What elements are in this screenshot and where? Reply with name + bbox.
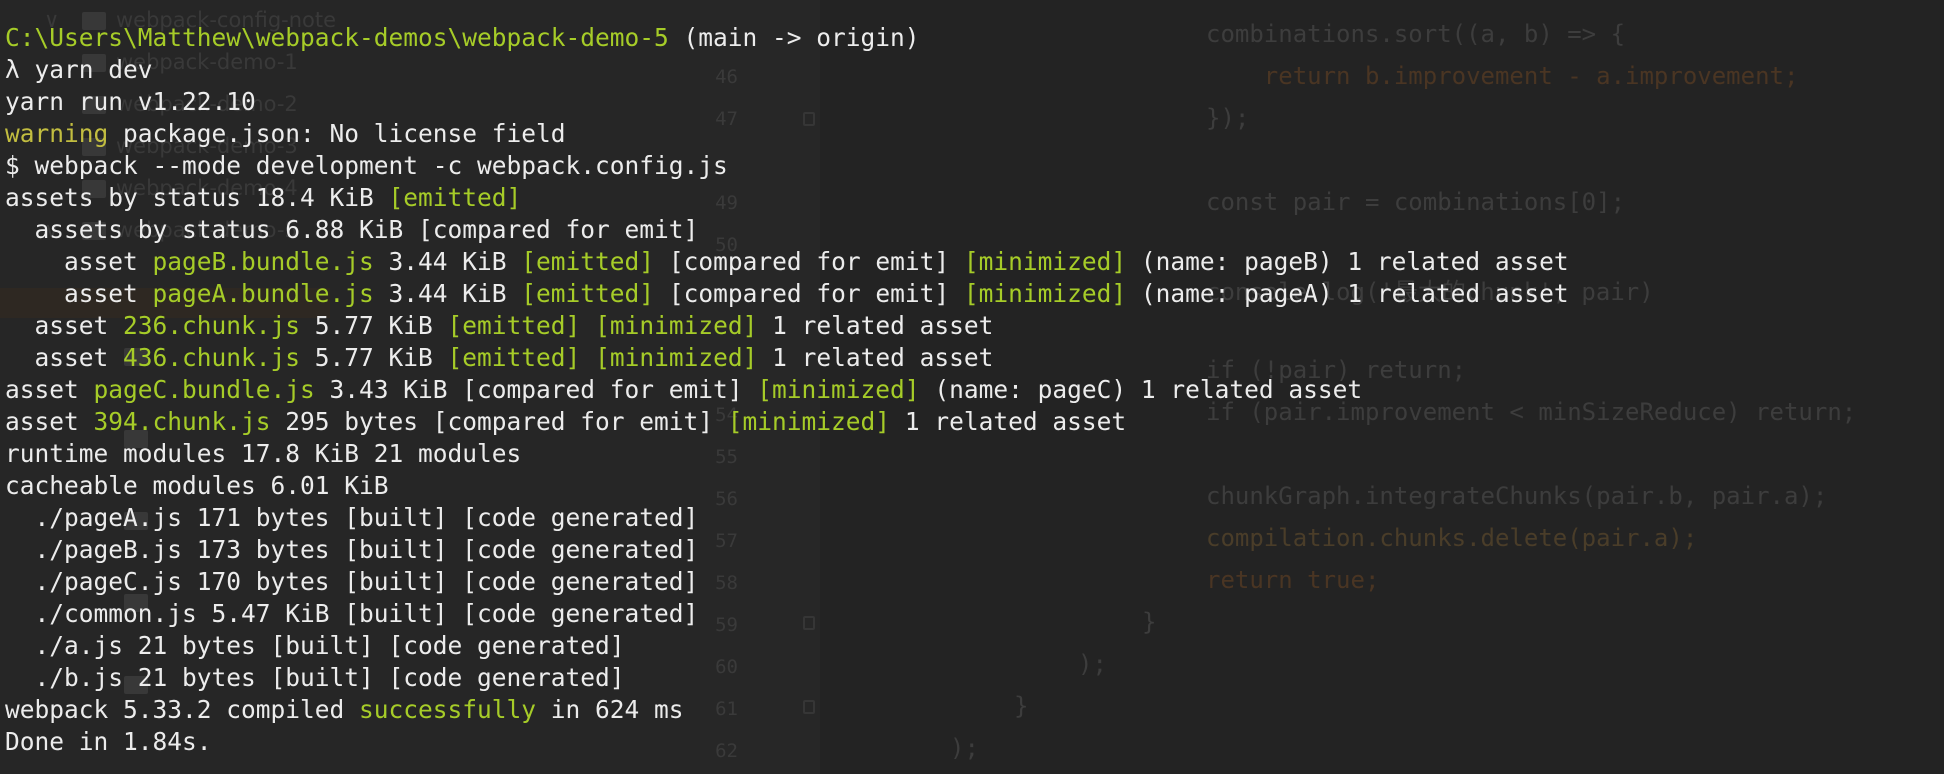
terminal-line: $ webpack --mode development -c webpack.…	[5, 150, 1569, 182]
terminal-text: 436.chunk.js	[123, 343, 301, 372]
terminal-line: ./pageC.js 170 bytes [built] [code gener…	[5, 566, 1569, 598]
terminal-line: ./a.js 21 bytes [built] [code generated]	[5, 630, 1569, 662]
terminal-text: 1 related asset	[757, 343, 994, 372]
terminal-line: warning package.json: No license field	[5, 118, 1569, 150]
terminal-text: asset	[5, 311, 124, 340]
terminal-text: [minimized]	[757, 375, 920, 404]
terminal-text: [compared for emit]	[654, 247, 964, 276]
terminal-line: C:\Users\Matthew\webpack-demos\webpack-d…	[5, 22, 1569, 54]
terminal-text: cacheable modules 6.01 KiB	[5, 471, 389, 500]
terminal-text: webpack 5.33.2 compiled	[5, 695, 360, 724]
terminal-text: assets by status 18.4 KiB	[5, 183, 389, 212]
terminal-text: [compared for emit]	[654, 279, 964, 308]
terminal-text: [minimized]	[963, 279, 1127, 308]
terminal-text: 295 bytes [compared for emit]	[270, 407, 728, 436]
terminal-text: 5.77 KiB	[300, 311, 448, 340]
terminal-line: asset pageC.bundle.js 3.43 KiB [compared…	[5, 374, 1569, 406]
terminal-text: $ webpack --mode development -c webpack.…	[5, 151, 728, 180]
terminal-text: pageC.bundle.js	[93, 375, 315, 404]
terminal-text: 3.43 KiB [compared for emit]	[314, 375, 758, 404]
terminal-text: asset	[5, 279, 153, 308]
terminal-text: Done in 1.84s.	[5, 727, 212, 756]
terminal-text: asset	[5, 247, 153, 276]
terminal-text: assets by status 6.88 KiB [compared for …	[5, 215, 699, 244]
terminal-text: 3.44 KiB	[373, 247, 522, 276]
terminal-line: ./b.js 21 bytes [built] [code generated]	[5, 662, 1569, 694]
terminal-line: ./common.js 5.47 KiB [built] [code gener…	[5, 598, 1569, 630]
terminal-line: cacheable modules 6.01 KiB	[5, 470, 1569, 502]
terminal-text: ./a.js 21 bytes [built] [code generated]	[5, 631, 625, 660]
terminal-line: runtime modules 17.8 KiB 21 modules	[5, 438, 1569, 470]
terminal-line: Done in 1.84s.	[5, 726, 1569, 758]
terminal-text: in 624 ms	[536, 695, 684, 724]
terminal-text: [emitted]	[388, 183, 522, 212]
terminal-text: 1 related asset	[890, 407, 1127, 436]
terminal-text: [emitted]	[447, 311, 581, 340]
terminal-line: asset 394.chunk.js 295 bytes [compared f…	[5, 406, 1569, 438]
terminal-text: [emitted]	[521, 279, 655, 308]
terminal-window[interactable]: ∨ webpack-config-note webpack-demo-1 web…	[0, 0, 1944, 774]
terminal-text: yarn run v1.22.10	[5, 87, 256, 116]
terminal-text: pageB.bundle.js	[152, 247, 374, 276]
terminal-line: asset 236.chunk.js 5.77 KiB [emitted] [m…	[5, 310, 1569, 342]
terminal-text: [minimized]	[595, 343, 758, 372]
terminal-line: assets by status 18.4 KiB [emitted]	[5, 182, 1569, 214]
terminal-text: (name: pageB) 1 related asset	[1126, 247, 1569, 276]
terminal-line: ./pageB.js 173 bytes [built] [code gener…	[5, 534, 1569, 566]
terminal-output[interactable]: C:\Users\Matthew\webpack-demos\webpack-d…	[5, 22, 1569, 758]
terminal-text: [emitted]	[521, 247, 655, 276]
terminal-text: [minimized]	[963, 247, 1127, 276]
terminal-text: [minimized]	[595, 311, 758, 340]
terminal-text: asset	[5, 343, 124, 372]
terminal-text: 236.chunk.js	[123, 311, 301, 340]
terminal-text: (name: pageA) 1 related asset	[1126, 279, 1569, 308]
terminal-text: ./common.js 5.47 KiB [built] [code gener…	[5, 599, 699, 628]
terminal-text: C:\Users\Matthew\webpack-demos\webpack-d…	[5, 23, 669, 52]
terminal-text: successfully	[359, 695, 537, 724]
terminal-text: 3.44 KiB	[373, 279, 522, 308]
terminal-text: runtime modules 17.8 KiB 21 modules	[5, 439, 522, 468]
terminal-text: [emitted]	[447, 343, 581, 372]
terminal-text: ./pageB.js 173 bytes [built] [code gener…	[5, 535, 699, 564]
terminal-line: asset 436.chunk.js 5.77 KiB [emitted] [m…	[5, 342, 1569, 374]
terminal-text: ./b.js 21 bytes [built] [code generated]	[5, 663, 625, 692]
terminal-line: asset pageB.bundle.js 3.44 KiB [emitted]…	[5, 246, 1569, 278]
terminal-line: webpack 5.33.2 compiled successfully in …	[5, 694, 1569, 726]
terminal-text: 394.chunk.js	[93, 407, 271, 436]
terminal-line: assets by status 6.88 KiB [compared for …	[5, 214, 1569, 246]
terminal-text: package.json: No license field	[108, 119, 566, 148]
terminal-text: ./pageC.js 170 bytes [built] [code gener…	[5, 567, 699, 596]
terminal-text: [minimized]	[727, 407, 891, 436]
terminal-line: yarn run v1.22.10	[5, 86, 1569, 118]
terminal-text: (name: pageC) 1 related asset	[919, 375, 1363, 404]
terminal-text: λ yarn dev	[5, 55, 153, 84]
terminal-text: 5.77 KiB	[300, 343, 448, 372]
terminal-line: ./pageA.js 171 bytes [built] [code gener…	[5, 502, 1569, 534]
terminal-line: λ yarn dev	[5, 54, 1569, 86]
terminal-text: ./pageA.js 171 bytes [built] [code gener…	[5, 503, 699, 532]
terminal-text: warning	[5, 119, 109, 148]
terminal-text: 1 related asset	[757, 311, 994, 340]
terminal-text: asset	[5, 407, 94, 436]
terminal-text: (main -> origin)	[668, 23, 920, 52]
terminal-line: asset pageA.bundle.js 3.44 KiB [emitted]…	[5, 278, 1569, 310]
terminal-text: pageA.bundle.js	[152, 279, 374, 308]
terminal-text: asset	[5, 375, 94, 404]
